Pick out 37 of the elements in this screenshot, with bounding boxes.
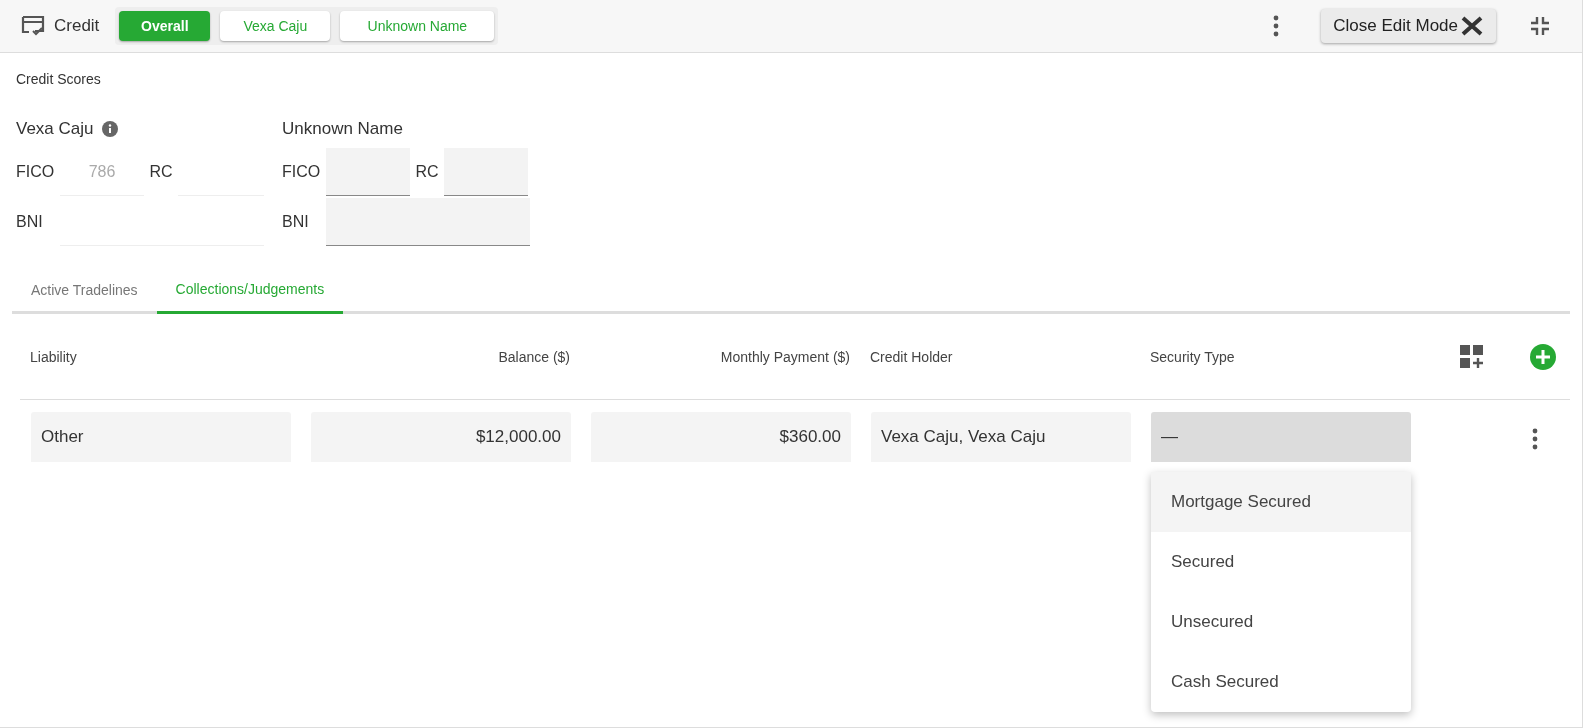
table-field[interactable]: Vexa Caju, Vexa Caju: [871, 412, 1131, 462]
field-label: BNI: [16, 213, 44, 231]
table-field[interactable]: $12,000.00: [311, 412, 571, 462]
bni-field[interactable]: [326, 198, 530, 246]
column-header: Security Type: [1150, 348, 1236, 365]
credit-scores-heading: Credit Scores: [15, 70, 102, 89]
add-widget-icon[interactable]: [1460, 344, 1484, 369]
dropdown-option[interactable]: Mortgage Secured: [1151, 472, 1411, 532]
table-field[interactable]: $360.00: [591, 412, 851, 462]
person-name: Vexa Caju: [16, 119, 94, 139]
column-header: Balance ($): [497, 348, 570, 365]
more-options-icon[interactable]: [1532, 428, 1538, 450]
table-field[interactable]: Other: [31, 412, 291, 462]
person-name: Unknown Name: [282, 119, 403, 139]
rc-field[interactable]: [444, 148, 528, 196]
fico-field[interactable]: [326, 148, 410, 196]
field-label: RC: [414, 163, 440, 181]
collapse-icon[interactable]: [1530, 16, 1550, 36]
section-title: Credit: [54, 16, 100, 36]
security-type-select[interactable]: —: [1151, 412, 1411, 462]
add-icon[interactable]: [1530, 343, 1556, 370]
fico-value: 786: [88, 162, 116, 181]
dropdown-option[interactable]: Cash Secured: [1151, 652, 1411, 712]
column-header: Monthly Payment ($): [719, 348, 850, 365]
close-edit-mode-button[interactable]: Close Edit Mode: [1321, 9, 1496, 43]
column-header: Credit Holder: [870, 348, 954, 365]
credit-card-icon: [20, 14, 46, 38]
dropdown-option[interactable]: Unsecured: [1151, 592, 1411, 652]
section-tab[interactable]: Active Tradelines: [12, 271, 157, 314]
field-label: FICO: [282, 163, 322, 181]
info-icon[interactable]: [101, 121, 118, 137]
dropdown-option[interactable]: Secured: [1151, 532, 1411, 592]
field-label: BNI: [282, 213, 310, 231]
more-options-icon[interactable]: [1273, 15, 1280, 37]
column-header: Liability: [30, 348, 78, 365]
field-label: FICO: [16, 163, 56, 181]
field-label: RC: [148, 163, 174, 181]
